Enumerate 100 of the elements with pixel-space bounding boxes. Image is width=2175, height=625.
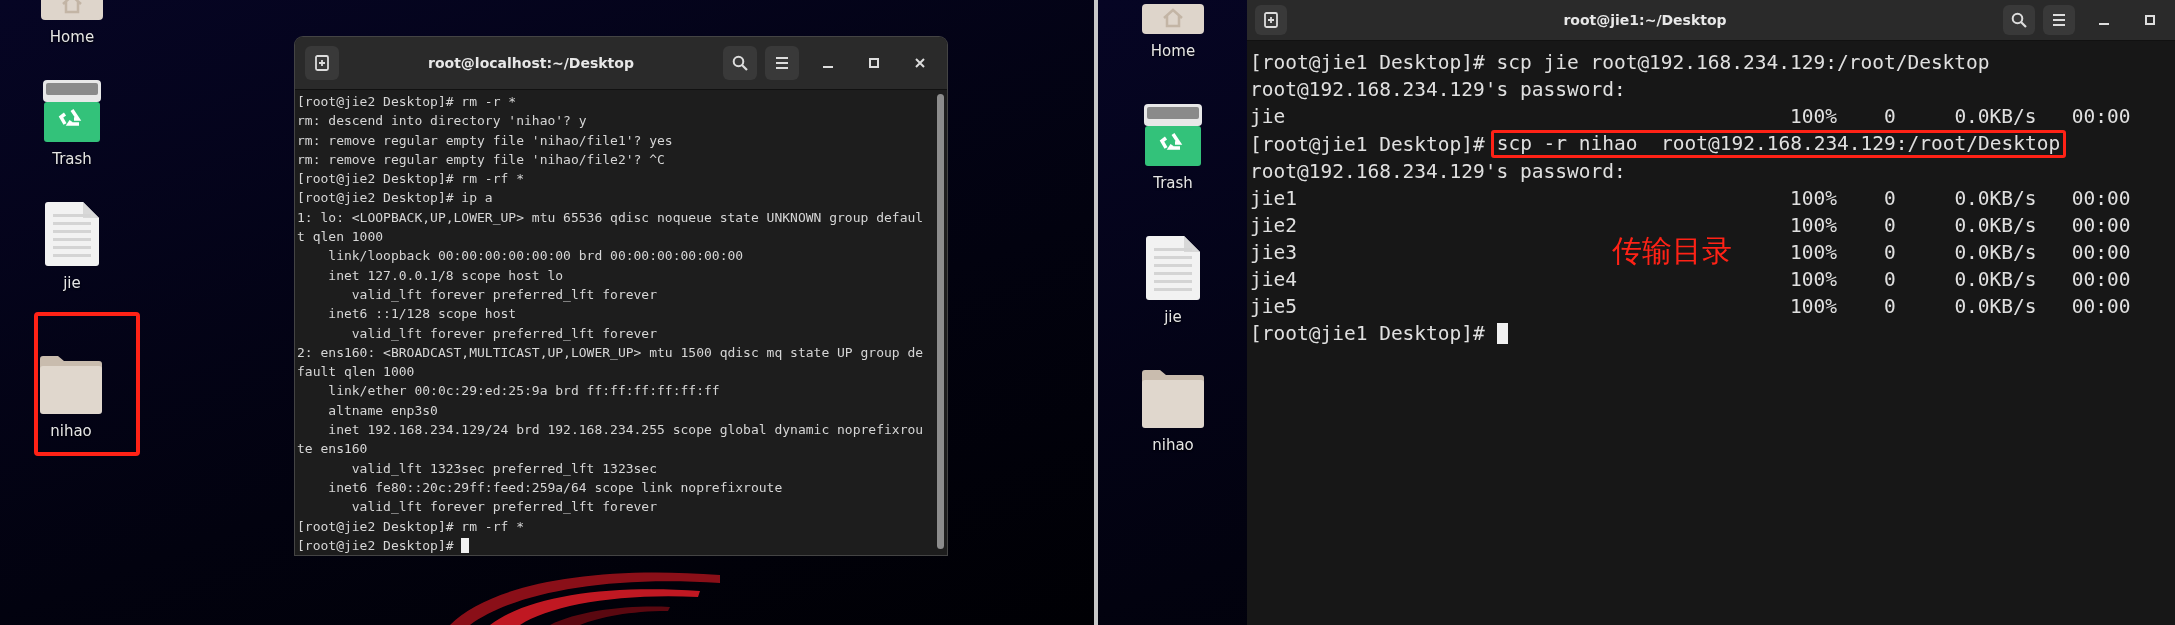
highlighted-command: scp -r nihao root@192.168.234.129:/root/Desktop <box>1490 130 2067 158</box>
transfer-time: 00:00 <box>2071 267 2131 293</box>
icon-label: Trash <box>1153 174 1193 192</box>
icon-label: Home <box>1150 42 1196 60</box>
transfer-rate: 0.0KB/s <box>1954 186 2038 212</box>
file-name: jie4 <box>1250 267 1297 293</box>
transfer-size: 0 <box>1883 104 1897 130</box>
search-button[interactable] <box>723 46 757 80</box>
file-name: jie5 <box>1250 294 1297 320</box>
transfer-size: 0 <box>1883 267 1897 293</box>
output-line: rm: remove regular empty file 'nihao/file1'? yes <box>297 131 673 150</box>
maximize-icon <box>2144 14 2156 26</box>
shell-prompt: [root@jie1 Desktop]# <box>1250 321 1485 347</box>
icon-label: Home <box>49 28 95 46</box>
transfer-rate: 0.0KB/s <box>1954 240 2038 266</box>
transfer-percent: 100% <box>1790 104 1838 130</box>
folder-icon[interactable] <box>40 356 102 414</box>
menu-icon <box>2051 13 2067 27</box>
close-icon <box>914 57 926 69</box>
transfer-percent: 100% <box>1790 267 1838 293</box>
output-line: valid_lft forever preferred_lft forever <box>350 324 658 343</box>
output-line: inet6 ::1/128 scope host <box>327 305 517 324</box>
file-name: jie2 <box>1250 213 1297 239</box>
command-text: rm -rf * <box>461 170 524 189</box>
output-line: t qlen 1000 <box>297 228 384 247</box>
output-line: inet6 fe80::20c:29ff:feed:259a/64 scope link noprefixroute <box>327 478 783 497</box>
transfer-time: 00:00 <box>2071 104 2131 130</box>
minimize-icon <box>823 66 833 68</box>
search-icon <box>2011 12 2027 28</box>
icon-label: jie <box>63 274 81 292</box>
shell-prompt: [root@jie1 Desktop]# <box>1250 131 1485 158</box>
minimize-icon <box>2099 23 2109 25</box>
menu-button[interactable] <box>2043 5 2075 35</box>
annotation-text: 传输目录 <box>1612 232 1732 270</box>
output-line: valid_lft forever preferred_lft forever <box>350 285 658 304</box>
file-name: jie3 <box>1250 240 1297 266</box>
output-line: altname enp3s0 <box>327 401 438 420</box>
icon-label: jie <box>1164 308 1182 326</box>
command-text: ip a <box>461 189 493 208</box>
shell-prompt: [root@jie2 Desktop]# <box>297 170 454 189</box>
trash-icon[interactable] <box>43 80 101 142</box>
transfer-rate: 0.0KB/s <box>1954 104 2038 130</box>
output-line: root@192.168.234.129's password: <box>1250 159 1626 185</box>
menu-button[interactable] <box>765 46 799 80</box>
file-name: jie <box>1250 104 1286 130</box>
transfer-rate: 0.0KB/s <box>1954 213 2038 239</box>
transfer-percent: 100% <box>1790 213 1838 239</box>
transfer-size: 0 <box>1883 240 1897 266</box>
search-button[interactable] <box>2003 5 2035 35</box>
maximize-icon <box>868 57 880 69</box>
transfer-percent: 100% <box>1790 186 1838 212</box>
output-line: 1: lo: <LOOPBACK,UP,LOWER_UP> mtu 65536 qdisc noqueue state UNKNOWN group defaul <box>297 208 924 227</box>
transfer-time: 00:00 <box>2071 186 2131 212</box>
search-icon <box>732 55 748 71</box>
window-title: root@jie1:~/Desktop <box>1562 12 1728 28</box>
transfer-rate: 0.0KB/s <box>1954 294 2038 320</box>
transfer-size: 0 <box>1883 186 1897 212</box>
output-line: rm: descend into directory 'nihao'? y <box>297 112 587 131</box>
shell-prompt: [root@jie2 Desktop]# <box>297 93 454 111</box>
output-line: valid_lft 1323sec preferred_lft 1323sec <box>350 459 658 478</box>
command-text: rm -r * <box>461 93 517 111</box>
command-text: scp jie root@192.168.234.129:/root/Desktop <box>1496 50 1990 76</box>
trash-icon[interactable] <box>1144 104 1202 166</box>
new-tab-button[interactable] <box>1255 5 1287 35</box>
transfer-time: 00:00 <box>2071 294 2131 320</box>
text-file-icon[interactable] <box>45 202 99 266</box>
output-line: inet 127.0.0.1/8 scope host lo <box>327 266 564 285</box>
output-line: valid_lft forever preferred_lft forever <box>350 498 658 517</box>
scrollbar[interactable] <box>937 94 944 550</box>
transfer-rate: 0.0KB/s <box>1954 267 2038 293</box>
window-title: root@localhost:~/Desktop <box>427 55 635 71</box>
shell-prompt: [root@jie2 Desktop]# <box>297 536 454 555</box>
output-line: link/ether 00:0c:29:ed:25:9a brd ff:ff:ff:ff:ff:ff <box>327 382 720 401</box>
transfer-time: 00:00 <box>2071 213 2131 239</box>
new-tab-icon <box>1263 12 1279 28</box>
output-line: inet 192.168.234.129/24 brd 192.168.234.255 scope global dynamic noprefixrou <box>327 421 924 440</box>
icon-label: nihao <box>50 422 92 440</box>
output-line: 2: ens160: <BROADCAST,MULTICAST,UP,LOWER_UP> mtu 1500 qdisc mq state UP group de <box>297 343 924 362</box>
menu-icon <box>774 56 790 70</box>
output-line: te ens160 <box>297 440 368 459</box>
command-text: rm -rf * <box>461 517 524 536</box>
shell-prompt: [root@jie2 Desktop]# <box>297 517 454 536</box>
transfer-percent: 100% <box>1790 294 1838 320</box>
output-line: fault qlen 1000 <box>297 363 415 382</box>
file-name: jie1 <box>1250 186 1297 212</box>
new-tab-button[interactable] <box>305 46 339 80</box>
transfer-size: 0 <box>1883 213 1897 239</box>
icon-label: Trash <box>52 150 92 168</box>
shell-prompt: [root@jie1 Desktop]# <box>1250 50 1485 76</box>
icon-label: nihao <box>1152 436 1194 454</box>
output-line: rm: remove regular empty file 'nihao/file2'? ^C <box>297 150 665 169</box>
output-line: root@192.168.234.129's password: <box>1250 77 1626 103</box>
transfer-time: 00:00 <box>2071 240 2131 266</box>
new-tab-icon <box>314 55 330 71</box>
output-line: link/loopback 00:00:00:00:00:00 brd 00:00:00:00:00:00 <box>327 247 744 266</box>
text-file-icon[interactable] <box>1146 236 1200 300</box>
shell-prompt: [root@jie2 Desktop]# <box>297 189 454 208</box>
transfer-size: 0 <box>1883 294 1897 320</box>
transfer-percent: 100% <box>1790 240 1838 266</box>
folder-icon[interactable] <box>1142 370 1204 428</box>
